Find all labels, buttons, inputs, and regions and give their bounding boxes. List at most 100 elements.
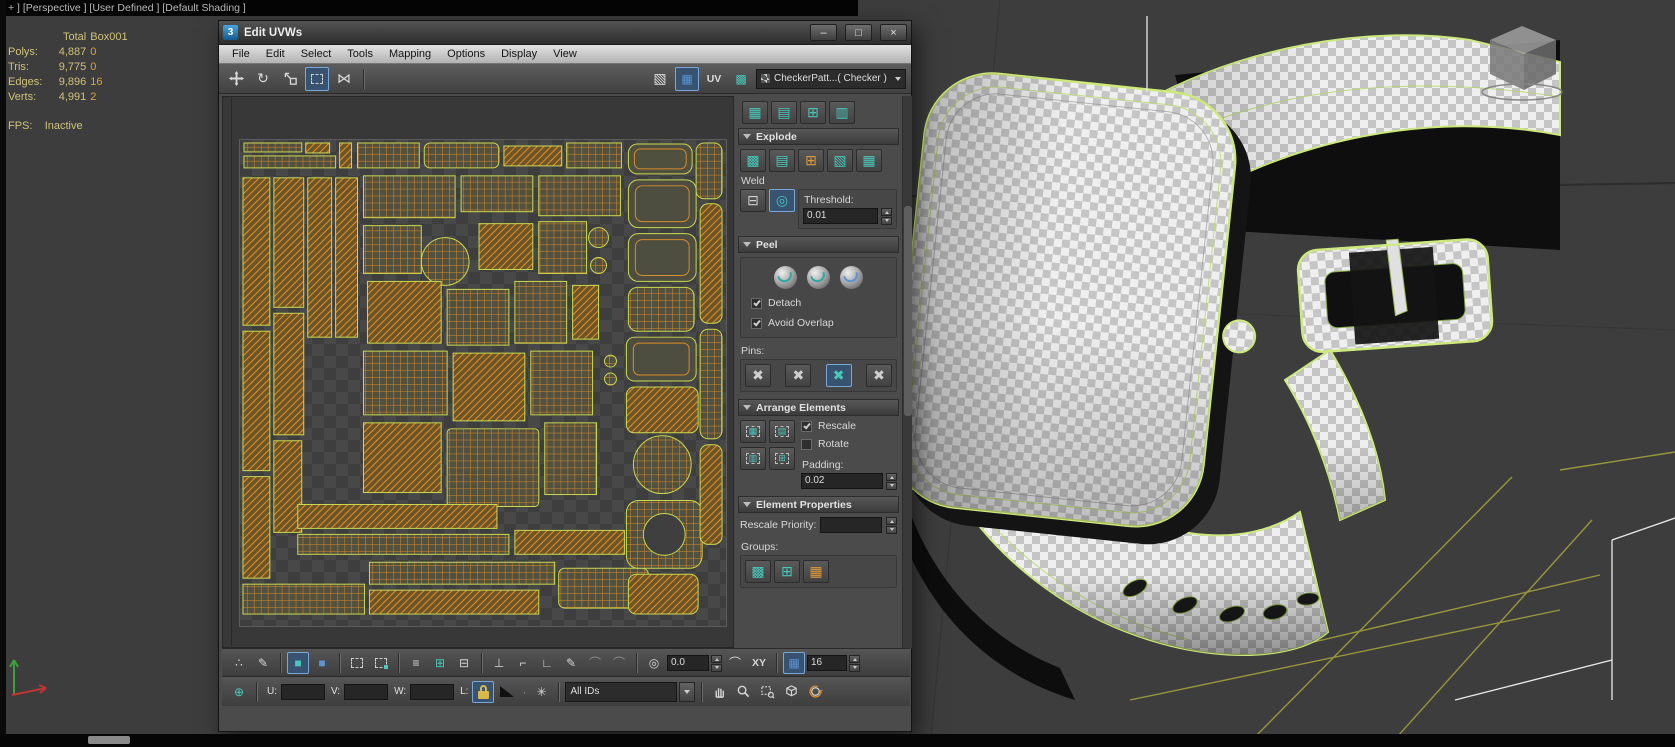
pin-active-icon[interactable]: ✖ <box>825 364 852 387</box>
align-vertical-icon[interactable]: ⊥ <box>488 652 510 674</box>
close-button[interactable]: × <box>880 24 907 41</box>
freeform-tool[interactable] <box>305 66 329 91</box>
explode-face-icon[interactable]: ▤ <box>769 149 795 172</box>
gradient-ramp-icon[interactable] <box>496 681 518 703</box>
menu-select[interactable]: Select <box>293 47 340 61</box>
taskbar-chip[interactable] <box>88 736 130 744</box>
pack-full-icon[interactable]: ⊞ <box>800 101 826 124</box>
threshold-spinner[interactable] <box>881 208 892 225</box>
arc-mode-icon[interactable]: ⌒ <box>724 652 746 674</box>
minimize-button[interactable]: – <box>810 24 837 41</box>
reset-peel-icon[interactable] <box>840 266 863 289</box>
id-filter-dropdown-button[interactable] <box>679 681 696 702</box>
explode-smoothing-icon[interactable]: ▧ <box>827 149 853 172</box>
avoid-overlap-checkbox-row[interactable]: Avoid Overlap <box>751 317 892 329</box>
quick-peel-icon[interactable] <box>774 266 797 289</box>
explode-material-icon[interactable]: ▦ <box>856 149 882 172</box>
menu-file[interactable]: File <box>224 47 258 61</box>
grid-size-field[interactable]: 16 <box>807 654 847 671</box>
lock-selection-icon[interactable] <box>472 680 495 703</box>
rotate-tool[interactable]: ↻ <box>251 67 275 91</box>
group-create-icon[interactable]: ▩ <box>745 560 771 583</box>
peel-mode-icon[interactable] <box>807 266 830 289</box>
align-corner-icon[interactable]: ⌐ <box>512 652 534 674</box>
w-field[interactable] <box>410 683 455 700</box>
detach-checkbox-row[interactable]: Detach <box>751 297 892 309</box>
grid-size-spinner[interactable] <box>849 654 860 672</box>
rollout-peel-header[interactable]: Peel <box>738 236 899 253</box>
uv-canvas[interactable] <box>222 96 734 649</box>
u-field[interactable] <box>281 683 325 700</box>
marquee-add-icon[interactable] <box>370 652 392 674</box>
move-tool[interactable] <box>224 67 248 91</box>
marquee-select-icon[interactable] <box>346 652 368 674</box>
menu-tools[interactable]: Tools <box>339 47 381 61</box>
pin-remove-icon[interactable]: ✖ <box>865 364 892 387</box>
padding-field[interactable]: 0.02 <box>801 473 883 489</box>
rollout-element-properties-header[interactable]: Element Properties <box>738 496 899 513</box>
scale-tool[interactable] <box>278 67 302 91</box>
pan-hand-icon[interactable] <box>708 681 730 703</box>
v-field[interactable] <box>344 683 389 700</box>
rotate-checkbox[interactable] <box>801 438 812 450</box>
orbit-icon[interactable] <box>804 681 826 703</box>
maximize-button[interactable]: □ <box>845 24 872 41</box>
transform-gizmo-icon[interactable]: ⊕ <box>228 681 250 703</box>
menu-mapping[interactable]: Mapping <box>381 47 439 61</box>
freeform-draw-icon[interactable]: ✎ <box>560 652 582 674</box>
zoom-region-icon[interactable] <box>756 681 778 703</box>
soft-selection-falloff-icon[interactable]: ∴ <box>228 652 250 674</box>
menu-view[interactable]: View <box>545 47 585 61</box>
edge-grow-icon[interactable]: ⊟ <box>453 652 475 674</box>
select-3d-element-icon[interactable]: ■ <box>311 652 333 674</box>
weld-selected-icon[interactable]: ⊟ <box>740 189 766 212</box>
edge-loop-icon[interactable]: ≡ <box>405 652 427 674</box>
pin-move-icon[interactable]: ✖ <box>745 364 771 387</box>
texture-dropdown[interactable]: CheckerPatt...( Checker ) <box>756 68 906 89</box>
brush-falloff-icon[interactable]: ✎ <box>252 652 274 674</box>
uv-space-button[interactable]: UV <box>702 67 726 91</box>
pack-normalize-icon[interactable]: ▦ <box>740 420 766 443</box>
pin-add-icon[interactable]: ✖ <box>785 364 812 387</box>
rescale-priority-spinner[interactable] <box>886 517 897 534</box>
zoom-icon[interactable] <box>732 681 754 703</box>
menu-options[interactable]: Options <box>439 47 493 61</box>
angle-snap-spinner[interactable] <box>711 654 722 672</box>
axis-constraint-button[interactable]: XY <box>748 652 770 674</box>
angle-snap-field[interactable]: 0.0 <box>667 654 709 671</box>
avoid-overlap-checkbox[interactable] <box>751 317 762 329</box>
pack-custom-icon[interactable]: ▥ <box>829 101 855 124</box>
uv-tile[interactable] <box>239 139 727 627</box>
edge-ring-icon[interactable]: ⊞ <box>429 652 451 674</box>
relax-icon[interactable]: ◎ <box>643 652 665 674</box>
freeze-icon[interactable]: ✳ <box>530 681 552 703</box>
padding-spinner[interactable] <box>886 473 897 490</box>
rescale-priority-field[interactable] <box>820 517 882 533</box>
panel-scrollbar[interactable] <box>902 96 912 648</box>
rotate-checkbox-row[interactable]: Rotate <box>801 438 897 450</box>
id-filter-dropdown[interactable]: All IDs <box>565 681 678 702</box>
target-weld-icon[interactable]: ◎ <box>769 189 795 212</box>
rescale-checkbox[interactable] <box>801 420 812 432</box>
panel-scrollbar-thumb[interactable] <box>904 206 912 416</box>
pack-together-icon[interactable]: ⊞ <box>769 447 795 470</box>
pack-region-icon[interactable]: ▤ <box>769 420 795 443</box>
explode-flatten-icon[interactable]: ▩ <box>740 149 766 172</box>
menu-edit[interactable]: Edit <box>258 47 293 61</box>
rearrange-icon[interactable]: ▥ <box>740 447 766 470</box>
mirror-tool[interactable]: ⋈ <box>332 67 356 91</box>
group-select-icon[interactable]: ⊞ <box>774 560 800 583</box>
element-mode-icon[interactable]: ■ <box>287 651 309 674</box>
explode-element-icon[interactable]: ⊞ <box>798 149 824 172</box>
pack-tight-icon[interactable]: ▦ <box>742 101 768 124</box>
show-map-toggle[interactable]: ▦ <box>675 66 699 91</box>
rollout-explode-header[interactable]: Explode <box>738 128 899 145</box>
align-angle-icon[interactable]: ∟ <box>536 652 558 674</box>
rollout-arrange-header[interactable]: Arrange Elements <box>738 399 899 416</box>
pack-recursive-icon[interactable]: ▤ <box>771 101 797 124</box>
menu-display[interactable]: Display <box>493 47 545 61</box>
stitch-target-icon[interactable]: ⌒ <box>608 652 630 674</box>
rescale-checkbox-row[interactable]: Rescale <box>801 420 897 432</box>
snap-grid-icon[interactable]: ▦ <box>783 651 805 674</box>
stitch-source-icon[interactable]: ⌒ <box>584 652 606 674</box>
